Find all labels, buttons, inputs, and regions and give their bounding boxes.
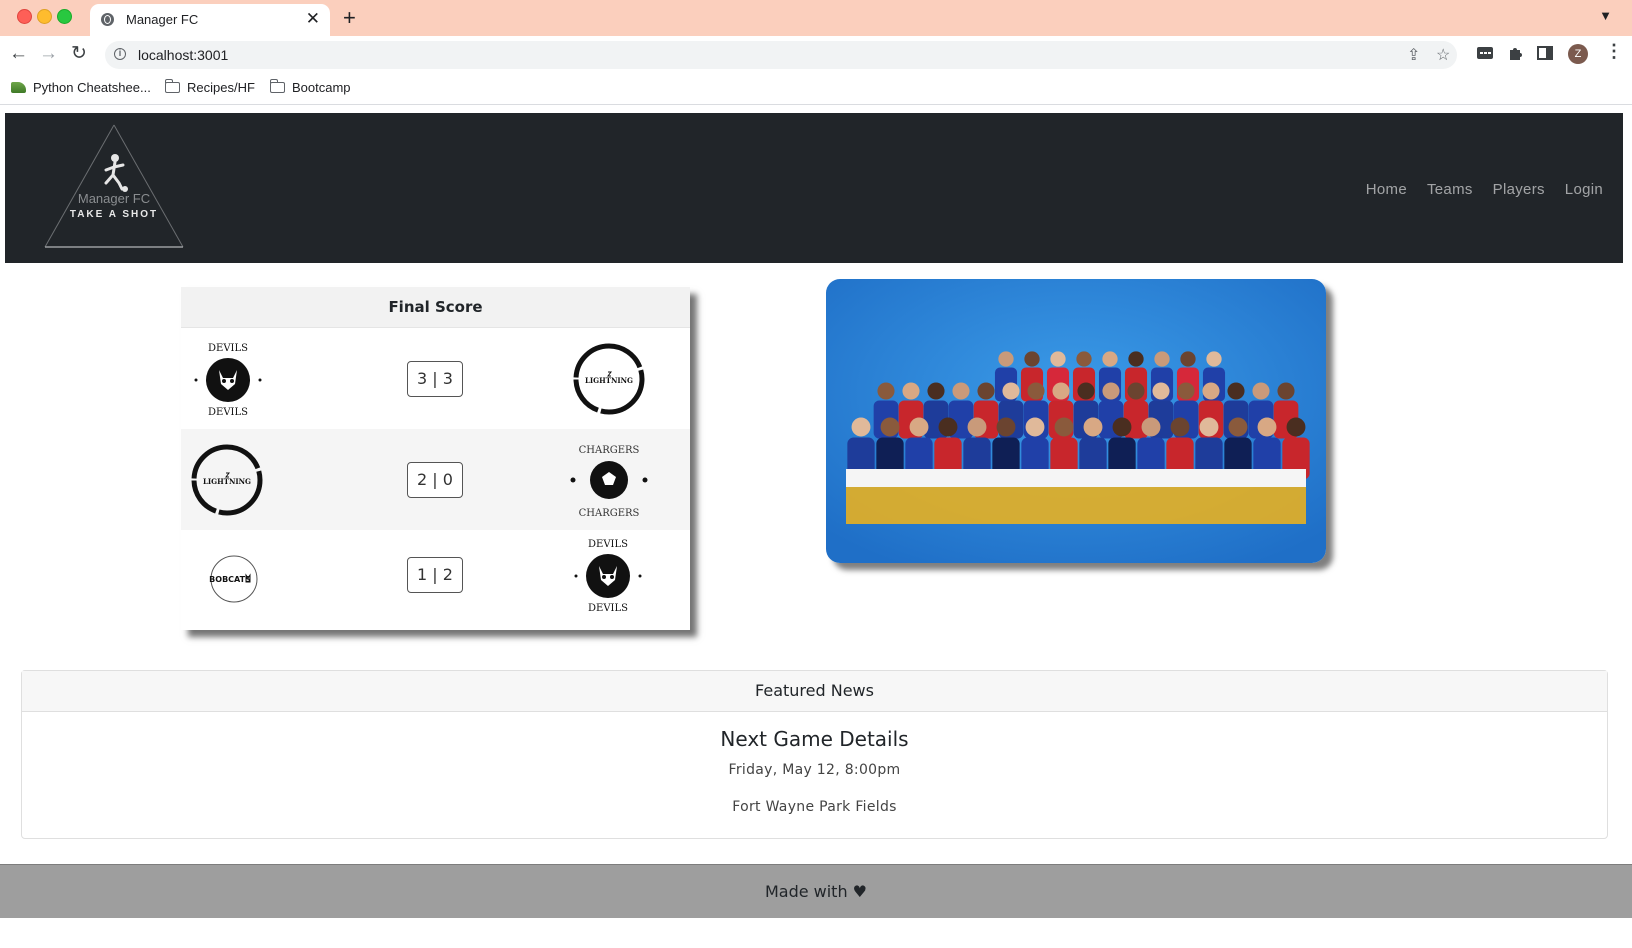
- svg-text:DEVILS: DEVILS: [208, 343, 248, 354]
- devils-logo-icon: DEVILS DEVILS: [194, 343, 262, 418]
- maximize-window-button[interactable]: [57, 9, 72, 24]
- site-footer: Made with ♥: [0, 864, 1632, 918]
- tab-title: Manager FC: [126, 12, 199, 27]
- address-bar[interactable]: i localhost:3001 ⇪ ☆: [105, 41, 1457, 69]
- svg-text:CHARGERS: CHARGERS: [579, 508, 640, 519]
- svg-text:LIGHTNING: LIGHTNING: [585, 376, 633, 385]
- score-row: DEVILS DEVILS 3 | 3 LIGHTNING: [181, 328, 690, 429]
- url-text: localhost:3001: [138, 47, 229, 63]
- nav-links: Home Teams Players Login: [1346, 181, 1603, 198]
- puzzle-icon[interactable]: [1507, 44, 1525, 62]
- forward-arrow-icon[interactable]: →: [39, 42, 58, 66]
- bookmark-favicon-icon: [11, 82, 26, 93]
- final-score-title: Final Score: [181, 287, 690, 328]
- team-photo: [826, 279, 1326, 563]
- back-arrow-icon[interactable]: ←: [9, 42, 28, 66]
- chargers-logo-icon: CHARGERS CHARGERS: [570, 445, 648, 519]
- chevron-down-icon[interactable]: ▼: [1599, 8, 1612, 23]
- final-score-card: Final Score DEVILS DEVILS 3 | 3 LIGHTNIN…: [181, 287, 690, 630]
- svg-text:DEVILS: DEVILS: [208, 407, 248, 418]
- svg-text:CHARGERS: CHARGERS: [579, 445, 640, 456]
- browser-tab-bar: Manager FC ✕ + ▼: [0, 0, 1632, 36]
- footer-text: Made with ♥: [764, 882, 868, 901]
- featured-news-header: Featured News: [22, 671, 1607, 712]
- close-tab-icon[interactable]: ✕: [306, 9, 320, 29]
- profile-avatar[interactable]: Z: [1568, 44, 1588, 64]
- folder-icon: [269, 79, 285, 93]
- svg-text:DEVILS: DEVILS: [588, 539, 628, 550]
- nav-teams[interactable]: Teams: [1427, 181, 1473, 198]
- featured-news-card: Featured News Next Game Details Friday, …: [21, 670, 1608, 839]
- side-panel-icon[interactable]: [1536, 44, 1554, 62]
- new-tab-button[interactable]: +: [343, 5, 356, 31]
- score-row: LIGHTNING 2 | 0 CHARGERS CHARGERS: [181, 429, 690, 530]
- site-navbar: Manager FC TAKE A SHOT Home Teams Player…: [5, 113, 1623, 263]
- reload-icon[interactable]: ↻: [71, 42, 87, 66]
- star-icon[interactable]: ☆: [1436, 45, 1450, 65]
- share-icon[interactable]: ⇪: [1407, 45, 1420, 65]
- logo-tagline: TAKE A SHOT: [69, 209, 159, 220]
- close-window-button[interactable]: [17, 9, 32, 24]
- browser-tab[interactable]: Manager FC ✕: [90, 4, 330, 36]
- more-menu-icon[interactable]: ⋮: [1605, 41, 1623, 62]
- nav-players[interactable]: Players: [1493, 181, 1545, 198]
- minimize-window-button[interactable]: [37, 9, 52, 24]
- news-date: Friday, May 12, 8:00pm: [728, 762, 901, 778]
- bookmark-bootcamp[interactable]: Bootcamp: [269, 79, 351, 95]
- lightning-logo-icon: LIGHTNING: [191, 444, 263, 516]
- nav-home[interactable]: Home: [1366, 181, 1407, 198]
- svg-text:LIGHTNING: LIGHTNING: [203, 477, 251, 486]
- logo-title: Manager FC: [77, 191, 151, 206]
- score-box: 2 | 0: [407, 462, 463, 498]
- score-box: 3 | 3: [407, 361, 463, 397]
- lightning-logo-icon: LIGHTNING: [573, 343, 645, 415]
- bookmark-python[interactable]: Python Cheatshee...: [11, 80, 151, 95]
- bookmarks-bar: Python Cheatshee... Recipes/HF Bootcamp: [0, 74, 1632, 105]
- folder-icon: [164, 79, 180, 93]
- team-group-photo-icon: [826, 279, 1326, 563]
- news-title: Next Game Details: [720, 727, 909, 751]
- devils-logo-icon: DEVILS DEVILS: [574, 539, 642, 614]
- info-icon[interactable]: i: [114, 48, 126, 60]
- site-logo[interactable]: Manager FC TAKE A SHOT: [43, 123, 185, 251]
- logo-triangle-icon: [44, 124, 184, 248]
- svg-text:BOBCATS: BOBCATS: [209, 575, 251, 584]
- score-box: 1 | 2: [407, 557, 463, 593]
- browser-toolbar: ← → ↻ i localhost:3001 ⇪ ☆ Z ⋮: [0, 36, 1632, 74]
- bobcats-logo-icon: BOBCATS: [209, 555, 258, 603]
- nav-login[interactable]: Login: [1565, 181, 1603, 198]
- news-location: Fort Wayne Park Fields: [732, 799, 897, 815]
- svg-text:DEVILS: DEVILS: [588, 603, 628, 614]
- bookmark-recipes[interactable]: Recipes/HF: [164, 79, 255, 95]
- score-row: BOBCATS 1 | 2 DEVILS DEVILS: [181, 530, 690, 631]
- extension-icon[interactable]: [1476, 44, 1494, 62]
- globe-icon: [101, 13, 114, 26]
